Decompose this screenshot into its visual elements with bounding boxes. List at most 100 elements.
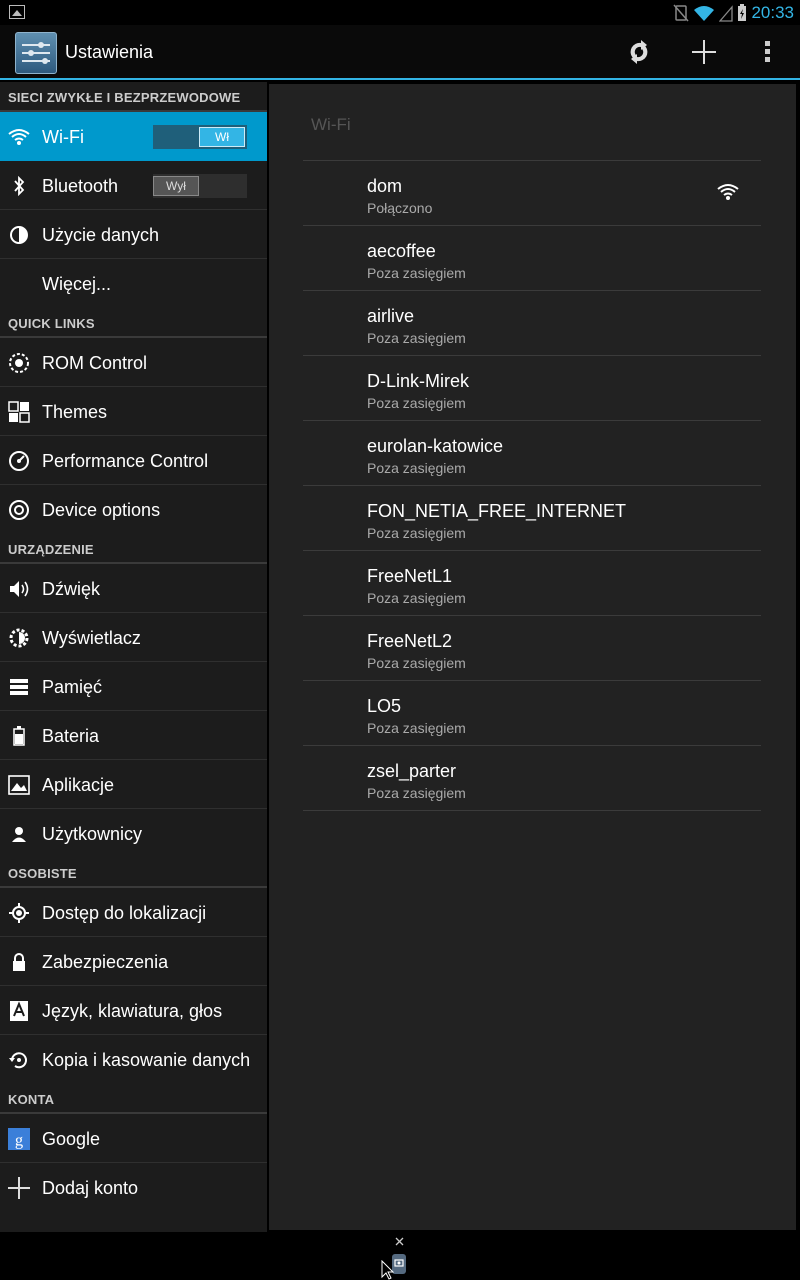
- sidebar-item-display[interactable]: Wyświetlacz: [0, 613, 267, 662]
- toggle-label: Wył: [153, 176, 199, 196]
- sidebar-item-apps[interactable]: Aplikacje: [0, 760, 267, 809]
- sound-icon: [8, 578, 30, 600]
- sidebar-item-data-usage[interactable]: Użycie danych: [0, 210, 267, 259]
- section-header: QUICK LINKS: [0, 308, 267, 338]
- settings-app-icon[interactable]: [15, 32, 57, 74]
- network-status: Poza zasięgiem: [367, 395, 466, 411]
- sidebar-item-users[interactable]: Użytkownicy: [0, 809, 267, 858]
- bluetooth-toggle[interactable]: Wył: [153, 174, 247, 198]
- sidebar-item-location[interactable]: Dostęp do lokalizacji: [0, 888, 267, 937]
- signal-icon: [719, 4, 734, 22]
- list-item[interactable]: FON_NETIA_FREE_INTERNET Poza zasięgiem: [303, 486, 761, 551]
- sidebar-item-google[interactable]: g Google: [0, 1114, 267, 1163]
- sidebar-item-wifi[interactable]: Wi-Fi Wł: [0, 112, 267, 161]
- performance-icon: [8, 450, 30, 472]
- rom-control-icon: [8, 352, 30, 374]
- toggle-label: Wł: [199, 127, 245, 147]
- sidebar-item-language[interactable]: Język, klawiatura, głos: [0, 986, 267, 1035]
- sidebar-item-more[interactable]: Więcej...: [0, 259, 267, 308]
- add-network-button[interactable]: [672, 25, 736, 78]
- network-status: Poza zasięgiem: [367, 655, 466, 671]
- list-item[interactable]: dom Połączono: [303, 161, 761, 226]
- bluetooth-icon: [8, 175, 30, 197]
- cursor-icon: [381, 1260, 395, 1280]
- network-ssid: dom: [367, 176, 403, 196]
- google-icon: g: [8, 1128, 30, 1150]
- list-item[interactable]: airlive Poza zasięgiem: [303, 291, 761, 356]
- network-ssid: FreeNetL2: [367, 631, 453, 651]
- list-item[interactable]: eurolan-katowice Poza zasięgiem: [303, 421, 761, 486]
- users-icon: [8, 823, 30, 845]
- clock: 20:33: [751, 2, 794, 22]
- data-usage-icon: [8, 224, 30, 246]
- close-icon[interactable]: [395, 1237, 404, 1246]
- network-ssid: FreeNetL1: [367, 566, 453, 586]
- add-icon: [8, 1177, 30, 1199]
- sidebar-item-label: Język, klawiatura, głos: [42, 1001, 223, 1021]
- backup-icon: [8, 1049, 30, 1071]
- battery-icon: [8, 725, 30, 747]
- sidebar-item-label: Dodaj konto: [42, 1178, 139, 1198]
- network-ssid: aecoffee: [367, 241, 436, 261]
- network-ssid: D-Link-Mirek: [367, 371, 470, 391]
- wifi-icon: [8, 126, 30, 148]
- list-item[interactable]: LO5 Poza zasięgiem: [303, 681, 761, 746]
- network-status: Połączono: [367, 200, 433, 216]
- network-ssid: airlive: [367, 306, 415, 326]
- sidebar-item-add-account[interactable]: Dodaj konto: [0, 1163, 267, 1212]
- list-item[interactable]: zsel_parter Poza zasięgiem: [303, 746, 761, 811]
- pane-title: Wi-Fi: [311, 115, 351, 134]
- sidebar-item-battery[interactable]: Bateria: [0, 711, 267, 760]
- language-icon: [8, 1000, 30, 1022]
- sidebar-item-device-options[interactable]: Device options: [0, 485, 267, 534]
- sidebar-item-label: Więcej...: [42, 274, 112, 294]
- sidebar-item-themes[interactable]: Themes: [0, 387, 267, 436]
- wifi-icon: [694, 5, 715, 21]
- lock-icon: [8, 951, 30, 973]
- sidebar-item-label: Dostęp do lokalizacji: [42, 903, 207, 923]
- network-status: Poza zasięgiem: [367, 525, 466, 541]
- sidebar-item-sound[interactable]: Dźwięk: [0, 564, 267, 613]
- network-ssid: LO5: [367, 696, 402, 716]
- location-icon: [8, 902, 30, 924]
- sidebar-item-label: Wyświetlacz: [42, 628, 141, 648]
- page-title: Ustawienia: [65, 42, 154, 62]
- section-header: SIECI ZWYKŁE I BEZPRZEWODOWE: [0, 82, 267, 112]
- sidebar-item-label: Aplikacje: [42, 775, 115, 795]
- sidebar-item-backup[interactable]: Kopia i kasowanie danych: [0, 1035, 267, 1084]
- network-ssid: zsel_parter: [367, 761, 457, 781]
- network-status: Poza zasięgiem: [367, 785, 466, 801]
- svg-text:g: g: [15, 1130, 23, 1149]
- sidebar-item-label: Użycie danych: [42, 225, 160, 245]
- list-item[interactable]: aecoffee Poza zasięgiem: [303, 226, 761, 291]
- overflow-menu-button[interactable]: [736, 25, 800, 78]
- section-header: URZĄDZENIE: [0, 534, 267, 564]
- device-options-icon: [8, 499, 30, 521]
- sync-button[interactable]: [607, 25, 671, 78]
- sidebar-item-security[interactable]: Zabezpieczenia: [0, 937, 267, 986]
- network-status: Poza zasięgiem: [367, 590, 466, 606]
- overflow-icon: [765, 40, 770, 62]
- list-item[interactable]: FreeNetL1 Poza zasięgiem: [303, 551, 761, 616]
- settings-sidebar: SIECI ZWYKŁE I BEZPRZEWODOWE Wi-Fi Wł Bl…: [0, 82, 267, 1232]
- network-ssid: eurolan-katowice: [367, 436, 504, 456]
- sidebar-item-storage[interactable]: Pamięć: [0, 662, 267, 711]
- sidebar-item-label: Wi-Fi: [42, 127, 84, 147]
- image-notification-icon: [9, 5, 25, 19]
- sidebar-item-performance-control[interactable]: Performance Control: [0, 436, 267, 485]
- section-header: KONTA: [0, 1084, 267, 1114]
- sidebar-item-rom-control[interactable]: ROM Control: [0, 338, 267, 387]
- themes-icon: [8, 401, 30, 423]
- wifi-toggle[interactable]: Wł: [153, 125, 247, 149]
- sidebar-item-label: Bateria: [42, 726, 100, 746]
- list-item[interactable]: D-Link-Mirek Poza zasięgiem: [303, 356, 761, 421]
- list-item[interactable]: FreeNetL2 Poza zasięgiem: [303, 616, 761, 681]
- display-icon: [8, 627, 30, 649]
- sidebar-item-label: Kopia i kasowanie danych: [42, 1050, 251, 1070]
- sidebar-item-label: Użytkownicy: [42, 824, 143, 844]
- network-status: Poza zasięgiem: [367, 460, 466, 476]
- sidebar-item-bluetooth[interactable]: Bluetooth Wył: [0, 161, 267, 210]
- sidebar-item-label: Pamięć: [42, 677, 103, 697]
- add-icon: [692, 39, 716, 64]
- status-bar: 20:33: [0, 0, 800, 25]
